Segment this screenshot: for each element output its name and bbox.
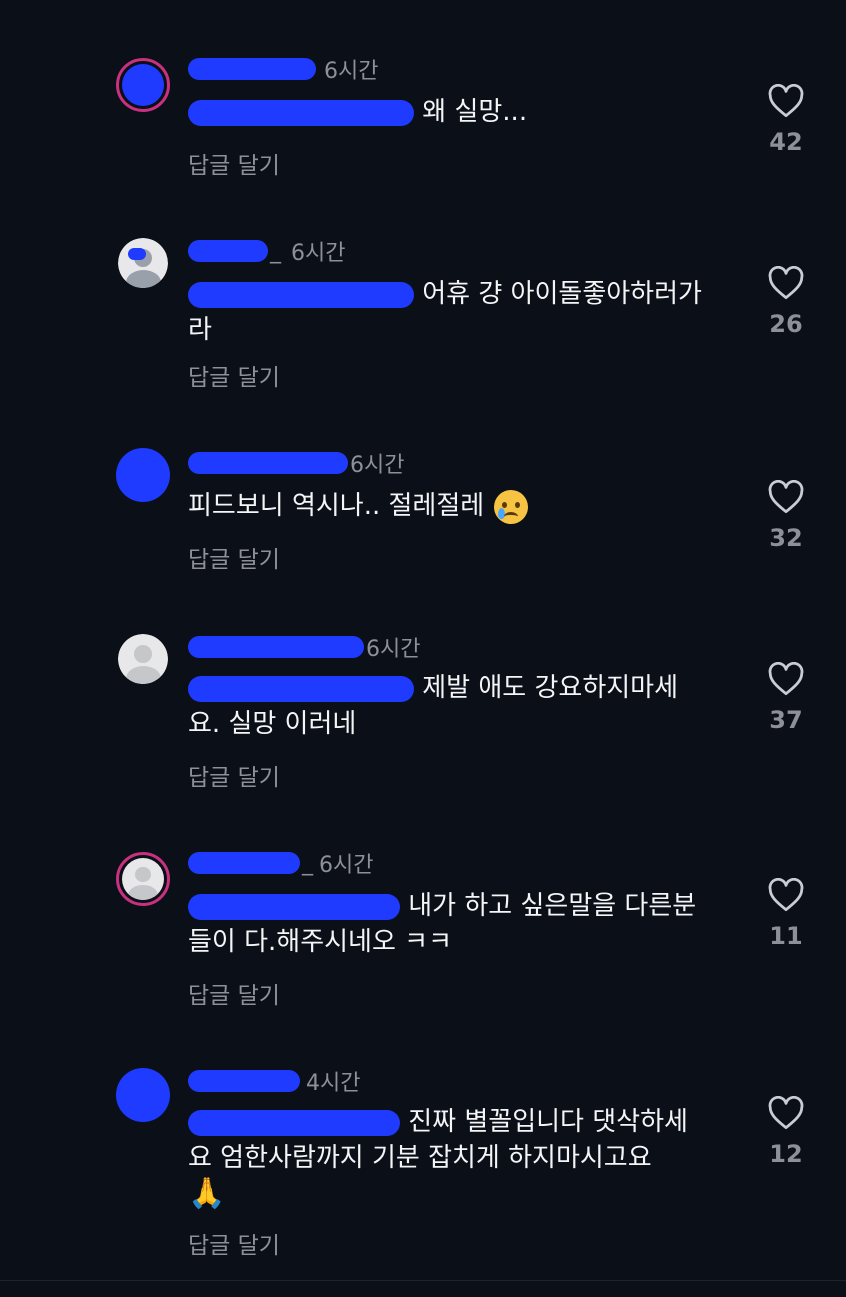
comment-header: _ 6시간 <box>188 846 373 880</box>
like-button[interactable]: 26 <box>756 266 816 338</box>
reply-button[interactable]: 답글 달기 <box>188 976 280 1010</box>
mention-censored[interactable] <box>188 893 400 920</box>
avatar[interactable] <box>116 852 170 906</box>
username-censored[interactable] <box>188 1070 300 1092</box>
comment-text: 왜 실망... <box>188 94 736 130</box>
comment-time: 6시간 <box>324 59 379 84</box>
comment-time: 6시간 <box>319 853 374 878</box>
reply-button[interactable]: 답글 달기 <box>188 1226 280 1260</box>
comment-time: 4시간 <box>306 1071 361 1096</box>
avatar[interactable] <box>116 58 170 112</box>
comment-header: 6시간 <box>188 52 378 86</box>
like-count: 26 <box>769 310 803 338</box>
username-censored[interactable] <box>188 452 348 474</box>
reply-button[interactable]: 답글 달기 <box>188 146 280 180</box>
avatar[interactable] <box>116 1068 170 1122</box>
like-button[interactable]: 32 <box>756 480 816 552</box>
comment-time: 6시간 <box>291 241 346 266</box>
reply-button[interactable]: 답글 달기 <box>188 540 280 574</box>
like-count: 11 <box>769 922 803 950</box>
comment-header: _ 6시간 <box>188 234 345 268</box>
username-censored[interactable] <box>188 58 316 80</box>
folded-hands-emoji: 🙏 <box>188 1176 226 1211</box>
comment-header: 4시간 <box>188 1064 360 1098</box>
reply-button[interactable]: 답글 달기 <box>188 758 280 792</box>
like-count: 32 <box>769 524 803 552</box>
mention-censored[interactable] <box>188 1109 400 1136</box>
comment-header: 6시간 <box>188 630 420 664</box>
like-count: 12 <box>769 1140 803 1168</box>
heart-outline-icon[interactable] <box>767 878 805 912</box>
like-button[interactable]: 12 <box>756 1096 816 1168</box>
avatar[interactable] <box>118 634 168 684</box>
username-censored[interactable] <box>188 852 300 874</box>
heart-outline-icon[interactable] <box>767 84 805 118</box>
mention-censored[interactable] <box>188 675 414 702</box>
reply-button[interactable]: 답글 달기 <box>188 358 280 392</box>
bottom-divider <box>0 1280 846 1297</box>
comment-time: 6시간 <box>366 637 421 662</box>
username-censored[interactable] <box>188 636 364 658</box>
comment-header: 6시간 <box>188 446 404 480</box>
heart-outline-icon[interactable] <box>767 1096 805 1130</box>
comment-text: 내가 하고 싶은말을 다른분 들이 다.해주시네오 ㅋㅋ <box>188 891 697 957</box>
comment-text: 피드보니 역시나.. 절레절레 <box>188 488 736 524</box>
heart-outline-icon[interactable] <box>767 266 805 300</box>
avatar[interactable] <box>116 448 170 502</box>
mention-censored[interactable] <box>188 281 414 308</box>
comment-text: 제발 애도 강요하지마세 요. 실망 이러네 <box>188 673 678 739</box>
heart-outline-icon[interactable] <box>767 662 805 696</box>
like-button[interactable]: 42 <box>756 84 816 156</box>
avatar[interactable] <box>118 238 168 288</box>
comment-text: 어휴 걍 아이돌좋아하러가 라 <box>188 279 702 345</box>
heart-outline-icon[interactable] <box>767 480 805 514</box>
crying-face-emoji <box>494 489 529 524</box>
like-count: 42 <box>769 128 803 156</box>
like-button[interactable]: 37 <box>756 662 816 734</box>
mention-censored[interactable] <box>188 99 414 126</box>
like-count: 37 <box>769 706 803 734</box>
comment-time: 6시간 <box>350 453 405 478</box>
like-button[interactable]: 11 <box>756 878 816 950</box>
comment-text: 진짜 별꼴입니다 댓삭하세 요 엄한사람까지 기분 잡치게 하지마시고요 🙏 <box>188 1107 688 1211</box>
username-censored[interactable] <box>188 240 268 262</box>
